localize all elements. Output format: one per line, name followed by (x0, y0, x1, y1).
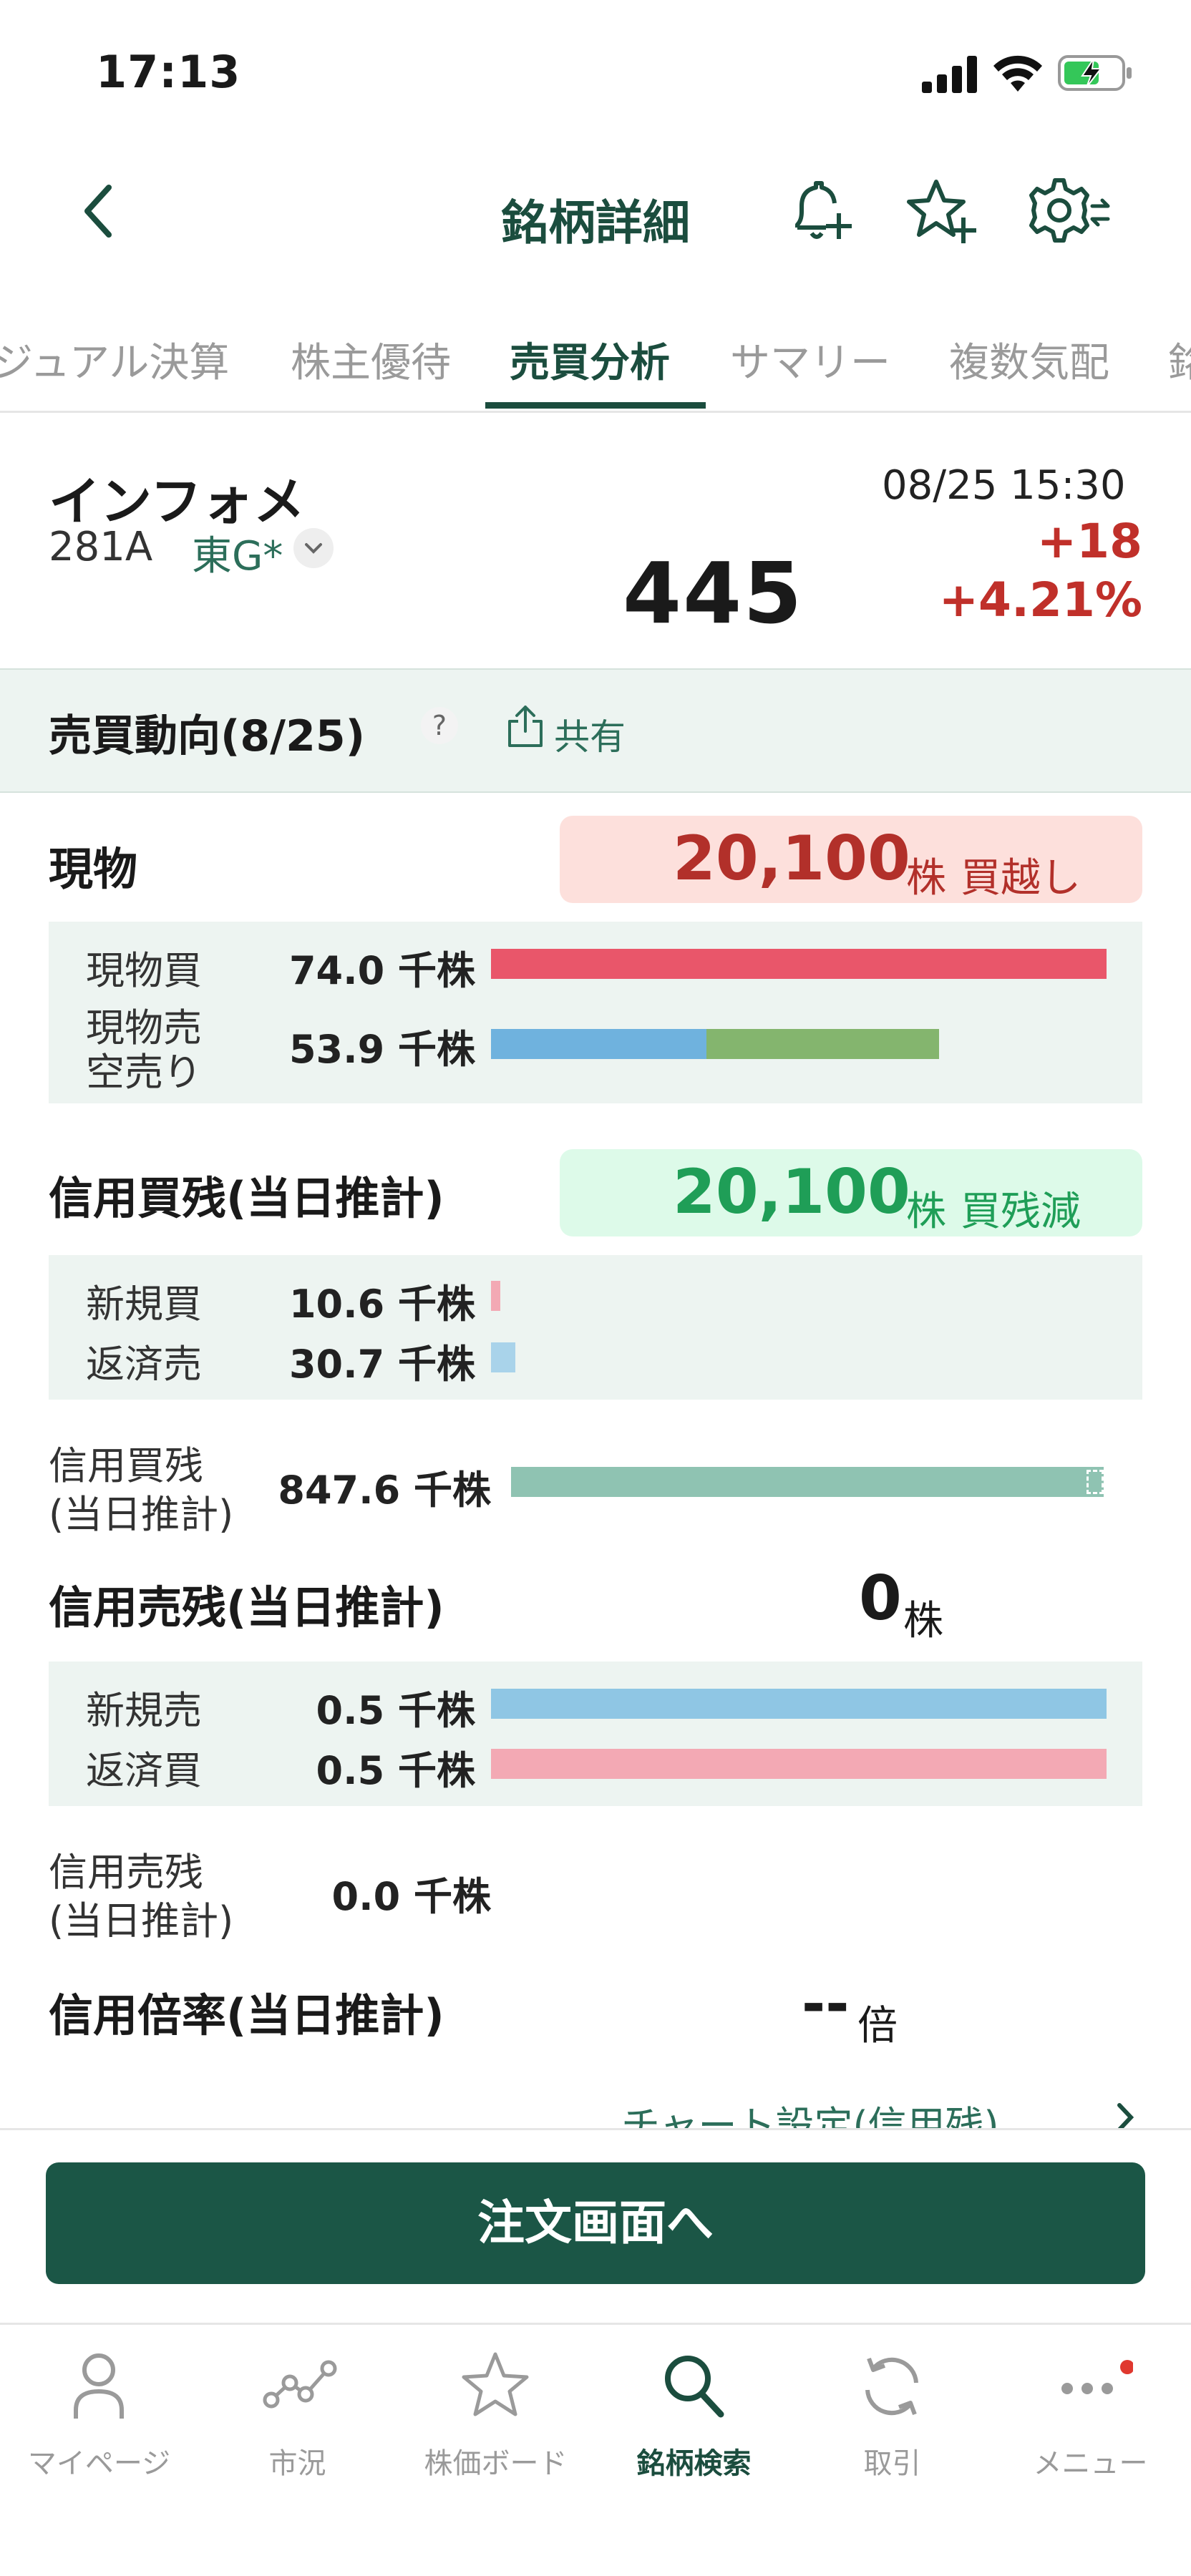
balance-change-marker (1087, 1470, 1104, 1494)
margin-buy-balance-bar (511, 1467, 1104, 1497)
settings-gear-icon[interactable] (1026, 172, 1112, 249)
page-title: 銘柄詳細 (501, 195, 690, 250)
wifi-icon (993, 55, 1042, 92)
add-favorite-star-icon[interactable] (906, 176, 978, 248)
repay-sell-bar (491, 1342, 516, 1372)
stock-code: 281A (49, 524, 153, 570)
new-buy-bar (491, 1281, 500, 1311)
margin-buy-section-title: 信用買残(当日推計) (49, 1172, 444, 1224)
person-icon (74, 2353, 124, 2419)
spot-detail-panel: 現物買 74.0 千株 現物売 空売り 53.9 千株 (49, 922, 1142, 1103)
spot-net-badge: 20,100 株 買越し (560, 816, 1142, 903)
margin-buy-balance-qty: 847.6 千株 (278, 1468, 491, 1513)
tabbar-divider (0, 2323, 1191, 2325)
spot-sell-qty: 53.9 千株 (288, 1027, 475, 1072)
chart-settings-row[interactable]: チャート設定(信用残) (0, 2075, 1191, 2128)
chart-settings-link[interactable]: チャート設定(信用残) (621, 2094, 999, 2128)
margin-sell-balance-sublabel: (当日推計) (49, 1898, 234, 1943)
margin-ratio-value: -- (802, 1971, 850, 2037)
tab-shareholder-benefits[interactable]: 株主優待 (291, 331, 451, 389)
chevron-down-icon (305, 543, 322, 554)
nav-stock-search-label: 銘柄検索 (636, 2447, 752, 2480)
margin-buy-balance-sublabel: (当日推計) (49, 1492, 234, 1537)
margin-sell-section-title: 信用売残(当日推計) (49, 1581, 444, 1634)
spot-net-value: 20,100 (673, 823, 910, 894)
repay-buy-qty: 0.5 千株 (316, 1748, 475, 1793)
more-icon (1061, 2360, 1133, 2394)
new-sell-bar (491, 1689, 1107, 1719)
margin-sell-balance-qty: 0.0 千株 (331, 1874, 491, 1919)
nav-stock-board-label: 株価ボード (424, 2447, 568, 2480)
help-button[interactable]: ? (421, 707, 458, 744)
margin-sell-detail-panel: 新規売 0.5 千株 返済買 0.5 千株 (49, 1662, 1142, 1806)
star-icon (462, 2352, 529, 2416)
price-change: +18 (1036, 514, 1142, 569)
margin-buy-change-badge: 20,100 株 買残減 (560, 1149, 1142, 1236)
status-bar: 17:13 (0, 0, 1191, 143)
new-sell-qty: 0.5 千株 (316, 1688, 475, 1733)
spot-buy-qty: 74.0 千株 (288, 948, 475, 993)
new-buy-qty: 10.6 千株 (288, 1282, 475, 1327)
margin-sell-change-unit: 株 (903, 1598, 943, 1644)
tab-multiple-quotes[interactable]: 複数気配 (949, 331, 1109, 389)
repay-sell-label: 返済売 (86, 1342, 202, 1387)
nav-market-label: 市況 (268, 2447, 326, 2480)
margin-buy-change-value: 20,100 (673, 1156, 910, 1228)
current-price: 445 (623, 544, 804, 643)
nav-mypage-label: マイページ (27, 2447, 171, 2480)
market-icon (263, 2360, 337, 2409)
nav-trade-label: 取引 (863, 2447, 921, 2480)
repay-buy-label: 返済買 (86, 1748, 202, 1793)
order-screen-button[interactable]: 注文画面へ (46, 2162, 1145, 2284)
chevron-right-icon (1117, 2103, 1134, 2128)
tab-summary[interactable]: サマリー (730, 331, 890, 389)
battery-charging-icon (1058, 55, 1132, 91)
search-icon (665, 2356, 724, 2418)
margin-buy-change-unit: 株 (906, 1189, 946, 1235)
content-divider (0, 2128, 1191, 2130)
short-sell-label: 空売り (86, 1050, 202, 1095)
active-tab-indicator (485, 402, 706, 409)
spot-net-unit: 株 (906, 855, 946, 902)
short-sell-segment (706, 1029, 940, 1059)
market-dropdown[interactable] (293, 528, 334, 568)
margin-sell-change-value: 0 (859, 1563, 902, 1634)
tab-trade-analysis[interactable]: 売買分析 (510, 331, 670, 389)
margin-buy-detail-panel: 新規買 10.6 千株 返済売 30.7 千株 (49, 1255, 1142, 1400)
new-sell-label: 新規売 (86, 1688, 202, 1733)
spot-net-label: 買越し (961, 855, 1081, 902)
add-alert-bell-icon[interactable] (783, 176, 855, 248)
repay-buy-bar (491, 1749, 1107, 1779)
status-time: 17:13 (96, 46, 241, 98)
nav-menu-label: メニュー (1033, 2447, 1148, 2480)
price-change-percent: +4.21% (938, 572, 1142, 628)
tab-visual-earnings[interactable]: ジュアル決算 (0, 331, 229, 389)
market-selector[interactable]: 東G* (192, 524, 283, 582)
notification-dot (1120, 2360, 1133, 2374)
trade-trend-title: 売買動向(8/25) (49, 711, 366, 761)
share-icon[interactable] (505, 703, 545, 750)
spot-sell-segment (491, 1029, 706, 1059)
detail-tabs: ジュアル決算 株主優待 売買分析 サマリー 複数気配 銘 (0, 315, 1191, 413)
margin-ratio-title: 信用倍率(当日推計) (49, 1989, 444, 2041)
cellular-signal-icon (922, 56, 977, 93)
spot-section-title: 現物 (49, 843, 138, 895)
margin-ratio-unit: 倍 (857, 2003, 898, 2049)
margin-buy-change-label: 買残減 (961, 1189, 1081, 1235)
new-buy-label: 新規買 (86, 1282, 202, 1327)
spot-buy-label: 現物買 (86, 948, 202, 993)
spot-buy-bar (491, 949, 1107, 979)
repay-sell-qty: 30.7 千株 (288, 1342, 475, 1387)
quote-datetime: 08/25 15:30 (882, 462, 1126, 509)
share-label[interactable]: 共有 (554, 708, 626, 760)
refresh-icon (865, 2357, 918, 2416)
tab-more[interactable]: 銘 (1168, 331, 1191, 389)
